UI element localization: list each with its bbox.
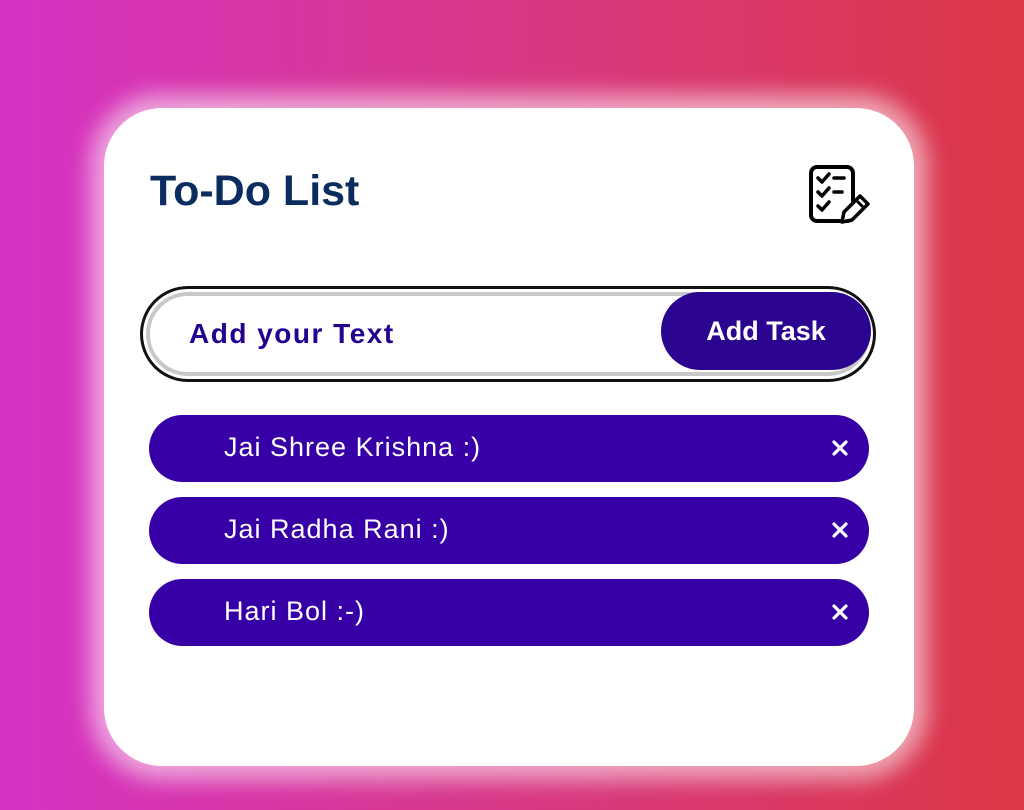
task-input-row: Add Task <box>140 286 876 382</box>
close-icon[interactable] <box>831 439 849 457</box>
task-text: Hari Bol :-) <box>224 596 366 626</box>
todo-card: To-Do List Add Task Jai Shree Krishna :)… <box>104 108 914 766</box>
task-item[interactable]: Hari Bol :-) <box>149 579 869 646</box>
task-text: Jai Radha Rani :) <box>224 514 450 544</box>
task-list: Jai Shree Krishna :) Jai Radha Rani :) H… <box>149 415 869 661</box>
checklist-edit-icon <box>809 165 870 224</box>
task-item[interactable]: Jai Shree Krishna :) <box>149 415 869 482</box>
task-text: Jai Shree Krishna :) <box>224 432 482 462</box>
close-icon[interactable] <box>831 603 849 621</box>
add-task-button[interactable]: Add Task <box>661 292 871 370</box>
page-title: To-Do List <box>150 167 360 215</box>
task-item[interactable]: Jai Radha Rani :) <box>149 497 869 564</box>
task-text-input[interactable] <box>189 289 629 379</box>
close-icon[interactable] <box>831 521 849 539</box>
